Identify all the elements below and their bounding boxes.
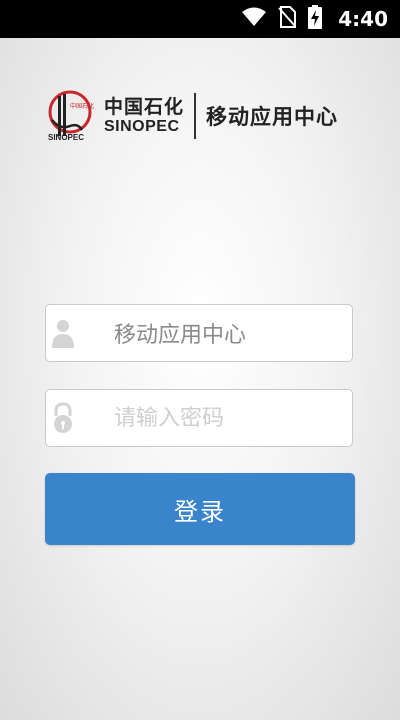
brand-divider [194, 93, 197, 139]
no-sim-icon [278, 6, 297, 32]
brand-names: 中国石化 SINOPEC [104, 95, 185, 135]
app-title: 移动应用中心 [206, 105, 339, 129]
company-name-cn: 中国石化 [104, 95, 185, 118]
status-time: 4:40 [338, 7, 388, 31]
password-input[interactable] [114, 398, 388, 438]
username-field[interactable] [45, 304, 388, 362]
svg-text:SINOPEC: SINOPEC [48, 133, 84, 142]
sinopec-logo: 中国石化 SINOPEC [46, 90, 94, 142]
login-button[interactable]: 登录 [45, 473, 355, 545]
status-icons: 4:40 [242, 0, 388, 38]
login-screen: 4:40 中国石化 SINOPEC 中国石化 SINOPEC 移动应用中心 移动… [0, 0, 400, 720]
svg-text:中国石化: 中国石化 [70, 102, 94, 110]
company-name-en: SINOPEC [104, 117, 180, 135]
battery-charging-icon [308, 5, 323, 33]
username-input[interactable] [114, 313, 388, 353]
brand-header: 中国石化 SINOPEC 中国石化 SINOPEC 移动应用中心 [46, 86, 338, 146]
wifi-icon [242, 7, 267, 31]
password-field[interactable] [45, 389, 388, 447]
user-icon [52, 315, 74, 351]
status-bar: 4:40 [0, 0, 400, 38]
lock-icon [52, 400, 74, 436]
